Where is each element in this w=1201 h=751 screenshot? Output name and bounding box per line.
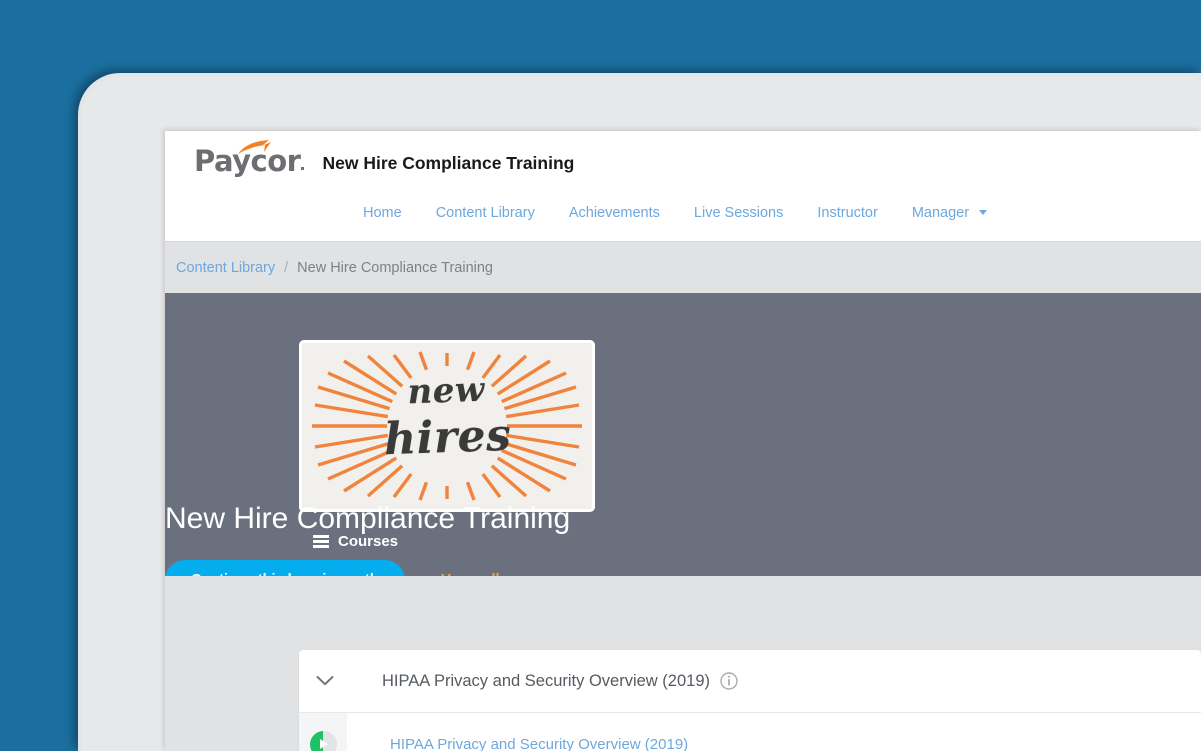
course-group-header[interactable]: HIPAA Privacy and Security Overview (201…: [299, 650, 1201, 713]
browser-viewport: Paycor New Hire Compliance Training Home…: [165, 131, 1201, 751]
breadcrumb: Content Library / New Hire Compliance Tr…: [165, 241, 1201, 293]
play-icon: [319, 739, 328, 749]
thumbnail-caption: new hires: [302, 366, 592, 468]
nav-item-manager[interactable]: Manager: [911, 201, 988, 225]
brand-row: Paycor New Hire Compliance Training: [194, 140, 575, 178]
nav-item-live-sessions[interactable]: Live Sessions: [694, 201, 805, 225]
hero-section: new hires Courses New Hire Compliance Tr…: [165, 293, 1201, 600]
nav-label: Achievements: [568, 205, 660, 221]
nav-item-content-library[interactable]: Content Library: [436, 201, 557, 225]
course-item-link[interactable]: HIPAA Privacy and Security Overview (201…: [390, 736, 688, 751]
screenshot-root: Paycor New Hire Compliance Training Home…: [0, 0, 1201, 751]
paycor-logo-text: Paycor: [194, 144, 301, 178]
course-card: HIPAA Privacy and Security Overview (201…: [299, 650, 1201, 751]
progress-ring[interactable]: [309, 730, 337, 751]
breadcrumb-current: New Hire Compliance Training: [297, 259, 493, 276]
course-group-title: HIPAA Privacy and Security Overview (201…: [382, 671, 710, 690]
chevron-down-icon[interactable]: [313, 669, 337, 693]
nav-label: Content Library: [435, 205, 535, 221]
breadcrumb-separator: /: [284, 259, 289, 276]
paycor-logo-dot: [301, 167, 305, 170]
nav-item-achievements[interactable]: Achievements: [569, 201, 682, 225]
nav-label: Manager: [911, 205, 970, 221]
info-circle-icon[interactable]: [720, 672, 738, 690]
chevron-down-icon: [979, 210, 988, 215]
nav-label: Home: [363, 205, 402, 221]
paycor-logo[interactable]: Paycor: [194, 140, 308, 178]
nav-label: Live Sessions: [693, 205, 784, 221]
thumbnail-caption-line1: new: [406, 369, 486, 413]
course-progress-cell: [299, 713, 347, 751]
hero-title: New Hire Compliance Training: [165, 502, 571, 535]
content-area: HIPAA Privacy and Security Overview (201…: [165, 576, 1201, 751]
list-icon: [313, 535, 329, 548]
nav-item-home[interactable]: Home: [363, 201, 424, 225]
page-title: New Hire Compliance Training: [322, 153, 575, 173]
nav-item-instructor[interactable]: Instructor: [817, 201, 899, 225]
list-item[interactable]: HIPAA Privacy and Security Overview (201…: [299, 713, 1201, 751]
breadcrumb-link-content-library[interactable]: Content Library: [176, 260, 275, 276]
site-header: Paycor New Hire Compliance Training Home…: [165, 131, 1201, 241]
nav-label: Instructor: [817, 205, 878, 221]
thumbnail-caption-line2: hires: [383, 409, 513, 466]
main-nav: Home Content Library Achievements Live S…: [363, 201, 988, 225]
course-thumbnail[interactable]: new hires: [299, 340, 595, 512]
